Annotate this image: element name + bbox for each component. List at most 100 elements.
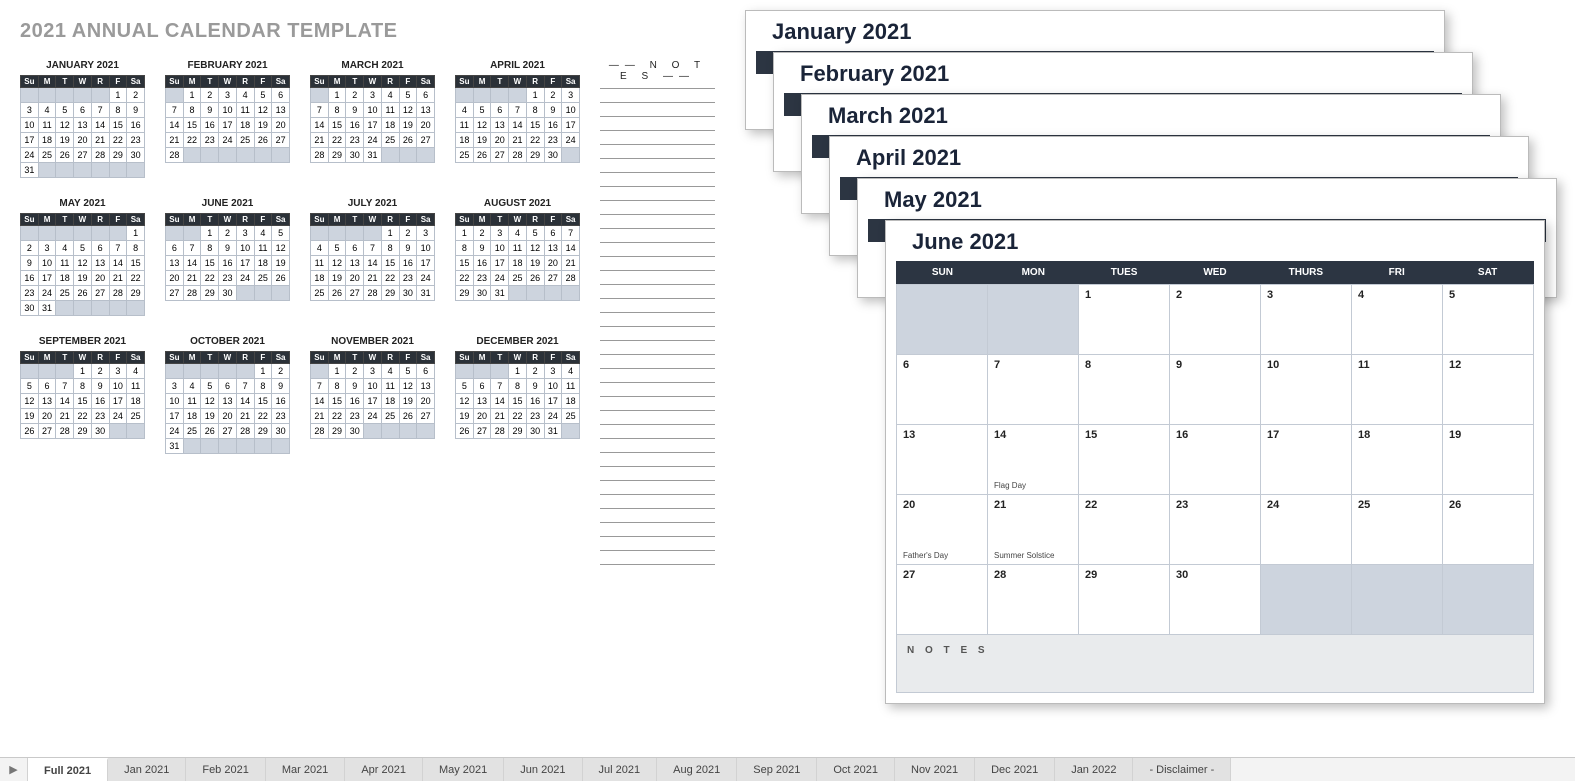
sheet-tab[interactable]: Jul 2021 bbox=[583, 758, 658, 781]
mini-day-cell: 22 bbox=[109, 133, 127, 148]
mini-day-cell bbox=[56, 226, 74, 241]
mini-day-cell: 17 bbox=[38, 271, 56, 286]
day-cell[interactable]: 6 bbox=[897, 355, 988, 425]
sheet-tab[interactable]: - Disclaimer - bbox=[1133, 758, 1231, 781]
day-cell[interactable]: 22 bbox=[1079, 495, 1170, 565]
mini-day-cell bbox=[236, 439, 254, 454]
mini-day-cell: 29 bbox=[328, 424, 346, 439]
sheet-tab[interactable]: Apr 2021 bbox=[345, 758, 423, 781]
day-number: 25 bbox=[1352, 495, 1376, 515]
day-cell[interactable]: 28 bbox=[988, 565, 1079, 635]
day-cell[interactable] bbox=[1261, 565, 1352, 635]
sheet-tab[interactable]: Aug 2021 bbox=[657, 758, 737, 781]
mini-day-cell: 2 bbox=[201, 88, 219, 103]
day-cell[interactable]: 1 bbox=[1079, 285, 1170, 355]
day-cell[interactable]: 21Summer Solstice bbox=[988, 495, 1079, 565]
mini-month-title: SEPTEMBER 2021 bbox=[20, 336, 145, 347]
day-cell[interactable]: 19 bbox=[1443, 425, 1534, 495]
day-event: Summer Solstice bbox=[994, 551, 1054, 560]
mini-dow-header: F bbox=[399, 76, 417, 88]
day-cell[interactable]: 26 bbox=[1443, 495, 1534, 565]
month-notes[interactable]: N O T E S bbox=[896, 635, 1534, 693]
day-cell[interactable]: 23 bbox=[1170, 495, 1261, 565]
mini-dow-header: M bbox=[328, 214, 346, 226]
mini-day-cell bbox=[201, 148, 219, 163]
mini-day-cell: 31 bbox=[166, 439, 184, 454]
day-number: 6 bbox=[897, 355, 915, 375]
day-cell[interactable]: 4 bbox=[1352, 285, 1443, 355]
day-cell[interactable] bbox=[897, 285, 988, 355]
mini-day-cell bbox=[236, 148, 254, 163]
mini-day-cell: 25 bbox=[381, 409, 399, 424]
mini-day-cell: 12 bbox=[254, 103, 272, 118]
mini-day-cell: 21 bbox=[311, 409, 329, 424]
mini-day-cell bbox=[109, 424, 127, 439]
sheet-tab[interactable]: Oct 2021 bbox=[817, 758, 895, 781]
mini-day-cell: 13 bbox=[491, 118, 509, 133]
day-cell[interactable]: 14Flag Day bbox=[988, 425, 1079, 495]
mini-day-cell: 10 bbox=[364, 379, 382, 394]
mini-day-cell: 4 bbox=[311, 241, 329, 256]
day-cell[interactable]: 25 bbox=[1352, 495, 1443, 565]
day-cell[interactable]: 10 bbox=[1261, 355, 1352, 425]
sheet-tab[interactable]: Full 2021 bbox=[28, 758, 108, 781]
day-cell[interactable] bbox=[1443, 565, 1534, 635]
mini-dow-header: R bbox=[236, 352, 254, 364]
mini-day-cell: 11 bbox=[236, 103, 254, 118]
day-cell[interactable] bbox=[1352, 565, 1443, 635]
mini-day-cell: 4 bbox=[183, 379, 201, 394]
day-cell[interactable]: 29 bbox=[1079, 565, 1170, 635]
tab-nav-arrow[interactable]: ▶ bbox=[0, 758, 28, 781]
mini-day-cell: 19 bbox=[456, 409, 474, 424]
mini-day-cell: 21 bbox=[183, 271, 201, 286]
day-cell[interactable]: 11 bbox=[1352, 355, 1443, 425]
mini-day-cell: 18 bbox=[254, 256, 272, 271]
day-cell[interactable]: 17 bbox=[1261, 425, 1352, 495]
day-cell[interactable]: 9 bbox=[1170, 355, 1261, 425]
day-cell[interactable]: 20Father's Day bbox=[897, 495, 988, 565]
day-cell[interactable]: 13 bbox=[897, 425, 988, 495]
sheet-tab[interactable]: Nov 2021 bbox=[895, 758, 975, 781]
mini-day-cell: 9 bbox=[473, 241, 491, 256]
mini-day-cell: 26 bbox=[56, 148, 74, 163]
mini-day-cell: 15 bbox=[328, 118, 346, 133]
sheet-tab[interactable]: Mar 2021 bbox=[266, 758, 345, 781]
mini-day-cell: 9 bbox=[91, 379, 109, 394]
sheet-tab[interactable]: Jan 2022 bbox=[1055, 758, 1133, 781]
day-cell[interactable]: 7 bbox=[988, 355, 1079, 425]
mini-day-cell: 1 bbox=[254, 364, 272, 379]
mini-day-cell: 13 bbox=[417, 103, 435, 118]
mini-day-cell: 2 bbox=[346, 88, 364, 103]
day-cell[interactable]: 12 bbox=[1443, 355, 1534, 425]
notes-line bbox=[600, 117, 715, 131]
day-cell[interactable]: 3 bbox=[1261, 285, 1352, 355]
mini-day-cell: 2 bbox=[526, 364, 544, 379]
day-cell[interactable]: 16 bbox=[1170, 425, 1261, 495]
sheet-tab[interactable]: May 2021 bbox=[423, 758, 504, 781]
mini-day-cell: 11 bbox=[456, 118, 474, 133]
day-cell[interactable]: 15 bbox=[1079, 425, 1170, 495]
mini-day-cell: 19 bbox=[272, 256, 290, 271]
day-cell[interactable]: 30 bbox=[1170, 565, 1261, 635]
mini-day-cell: 3 bbox=[364, 364, 382, 379]
mini-day-cell: 9 bbox=[21, 256, 39, 271]
day-cell[interactable]: 27 bbox=[897, 565, 988, 635]
sheet-tab[interactable]: Feb 2021 bbox=[186, 758, 265, 781]
day-cell[interactable]: 5 bbox=[1443, 285, 1534, 355]
day-cell[interactable]: 8 bbox=[1079, 355, 1170, 425]
day-cell[interactable] bbox=[988, 285, 1079, 355]
mini-month: JANUARY 2021SuMTWRFSa1234567891011121314… bbox=[20, 60, 145, 178]
sheet-tab[interactable]: Jan 2021 bbox=[108, 758, 186, 781]
day-cell[interactable]: 24 bbox=[1261, 495, 1352, 565]
sheet-tab[interactable]: Dec 2021 bbox=[975, 758, 1055, 781]
mini-day-cell: 10 bbox=[21, 118, 39, 133]
sheet-tab[interactable]: Sep 2021 bbox=[737, 758, 817, 781]
day-cell[interactable]: 2 bbox=[1170, 285, 1261, 355]
mini-day-cell: 1 bbox=[328, 364, 346, 379]
mini-dow-header: Sa bbox=[562, 352, 580, 364]
mini-day-cell bbox=[56, 88, 74, 103]
sheet-tab[interactable]: Jun 2021 bbox=[504, 758, 582, 781]
mini-day-cell: 3 bbox=[109, 364, 127, 379]
day-cell[interactable]: 18 bbox=[1352, 425, 1443, 495]
mini-day-cell: 13 bbox=[417, 379, 435, 394]
